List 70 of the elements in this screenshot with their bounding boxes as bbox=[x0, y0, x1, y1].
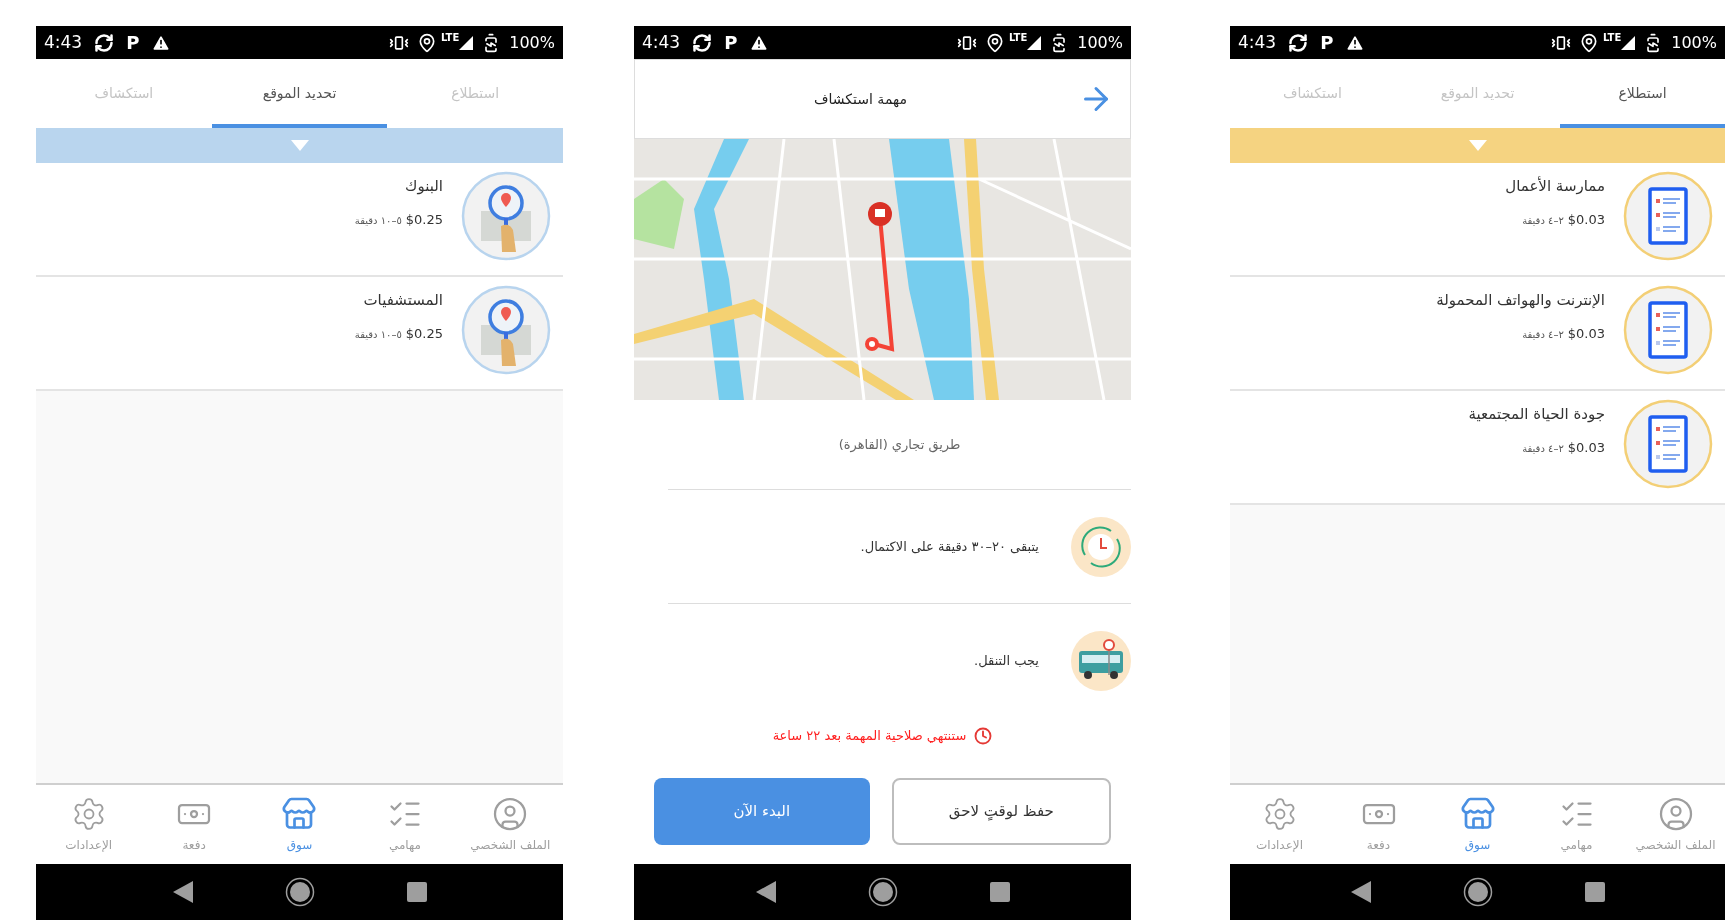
task-price: $0.03 bbox=[1567, 210, 1605, 229]
sync-icon bbox=[692, 32, 713, 53]
battery-level: 100% bbox=[1671, 31, 1717, 54]
task-title: المستشفيات bbox=[362, 290, 443, 311]
clock-time: 4:43 bbox=[44, 30, 83, 54]
signal-icon bbox=[459, 35, 474, 50]
recents-icon[interactable] bbox=[406, 882, 427, 902]
nav-item[interactable]: دفعة bbox=[1329, 785, 1428, 864]
dropdown-caret-icon bbox=[290, 140, 309, 151]
network-type: LTE bbox=[440, 31, 460, 45]
profile-icon bbox=[1657, 795, 1694, 832]
task-title: ممارسة الأعمال bbox=[1505, 175, 1605, 197]
nav-item[interactable]: الملف الشخصي bbox=[1626, 785, 1725, 864]
recents-icon[interactable] bbox=[1584, 882, 1605, 902]
signal-icon bbox=[1621, 35, 1636, 50]
back-icon[interactable] bbox=[172, 881, 193, 903]
task-duration: ٥–١٠ دقيقة bbox=[354, 327, 402, 342]
sync-icon bbox=[1288, 32, 1309, 53]
battery-level: 100% bbox=[1077, 31, 1123, 54]
start-button[interactable]: البدء الآن bbox=[654, 777, 870, 845]
sync-icon bbox=[94, 32, 115, 53]
task-price: $0.03 bbox=[1567, 324, 1605, 343]
back-icon[interactable] bbox=[755, 881, 776, 903]
store-icon bbox=[281, 795, 318, 832]
network-type: LTE bbox=[1602, 31, 1622, 45]
location-text: طريق تجاري (القاهرة) bbox=[838, 435, 961, 455]
header-title: مهمة استكشاف bbox=[814, 89, 907, 110]
parking-icon: P bbox=[724, 29, 738, 56]
task-duration: ٥–١٠ دقيقة bbox=[354, 213, 402, 228]
tab[interactable]: تحديد الموقع bbox=[1395, 59, 1560, 128]
recents-icon[interactable] bbox=[989, 882, 1010, 902]
nav-item[interactable]: مهامي bbox=[1527, 785, 1626, 864]
nav-item[interactable]: سوق bbox=[1428, 785, 1527, 864]
save-later-button[interactable]: حفظ لوقتٍ لاحق bbox=[891, 777, 1111, 845]
nav-item[interactable]: سوق bbox=[246, 785, 353, 864]
home-icon[interactable] bbox=[867, 877, 898, 907]
profile-icon bbox=[492, 795, 529, 832]
task-title: الإنترنت والهواتف المحمولة bbox=[1436, 290, 1605, 311]
nav-item[interactable]: دفعة bbox=[141, 785, 247, 864]
parking-icon: P bbox=[126, 29, 140, 56]
network-type: LTE bbox=[1008, 31, 1028, 45]
task-title: البنوك bbox=[404, 176, 443, 197]
task-price: $0.03 bbox=[1567, 438, 1605, 457]
clock-time: 4:43 bbox=[1238, 30, 1277, 54]
task-duration: ٢–٤ دقيقة bbox=[1522, 441, 1564, 456]
task-title: جودة الحياة المجتمعية bbox=[1468, 404, 1605, 425]
task-duration: ٢–٤ دقيقة bbox=[1522, 327, 1564, 342]
task-price: $0.25 bbox=[405, 210, 443, 229]
nav-item[interactable]: الملف الشخصي bbox=[457, 785, 563, 864]
nav-item[interactable]: الإعدادات bbox=[1230, 785, 1329, 864]
info-text: يتبقى ٢٠–٣٠ دقيقة على الاكتمال. bbox=[860, 537, 1039, 556]
task-price: $0.25 bbox=[405, 324, 443, 343]
back-icon[interactable] bbox=[1350, 881, 1371, 903]
nav-item[interactable]: الإعدادات bbox=[35, 785, 142, 864]
home-icon[interactable] bbox=[1462, 877, 1493, 907]
tab[interactable]: استطلاع bbox=[387, 59, 563, 128]
tab[interactable]: استكشاف bbox=[1230, 59, 1395, 128]
parking-icon: P bbox=[1320, 29, 1334, 56]
clock-time: 4:43 bbox=[642, 30, 681, 54]
battery-level: 100% bbox=[509, 31, 555, 54]
store-icon bbox=[1459, 795, 1496, 832]
signal-icon bbox=[1027, 35, 1042, 50]
clock-icon bbox=[974, 726, 993, 745]
task-duration: ٢–٤ دقيقة bbox=[1522, 213, 1564, 228]
dropdown-caret-icon bbox=[1468, 140, 1487, 151]
tab[interactable]: استكشاف bbox=[36, 59, 212, 128]
home-icon[interactable] bbox=[284, 877, 315, 907]
nav-item[interactable]: مهامي bbox=[352, 785, 458, 864]
info-text: يجب التنقل. bbox=[974, 652, 1039, 671]
expiry-notice: ستنتهي صلاحية المهمة بعد ٢٢ ساعة bbox=[772, 727, 967, 745]
